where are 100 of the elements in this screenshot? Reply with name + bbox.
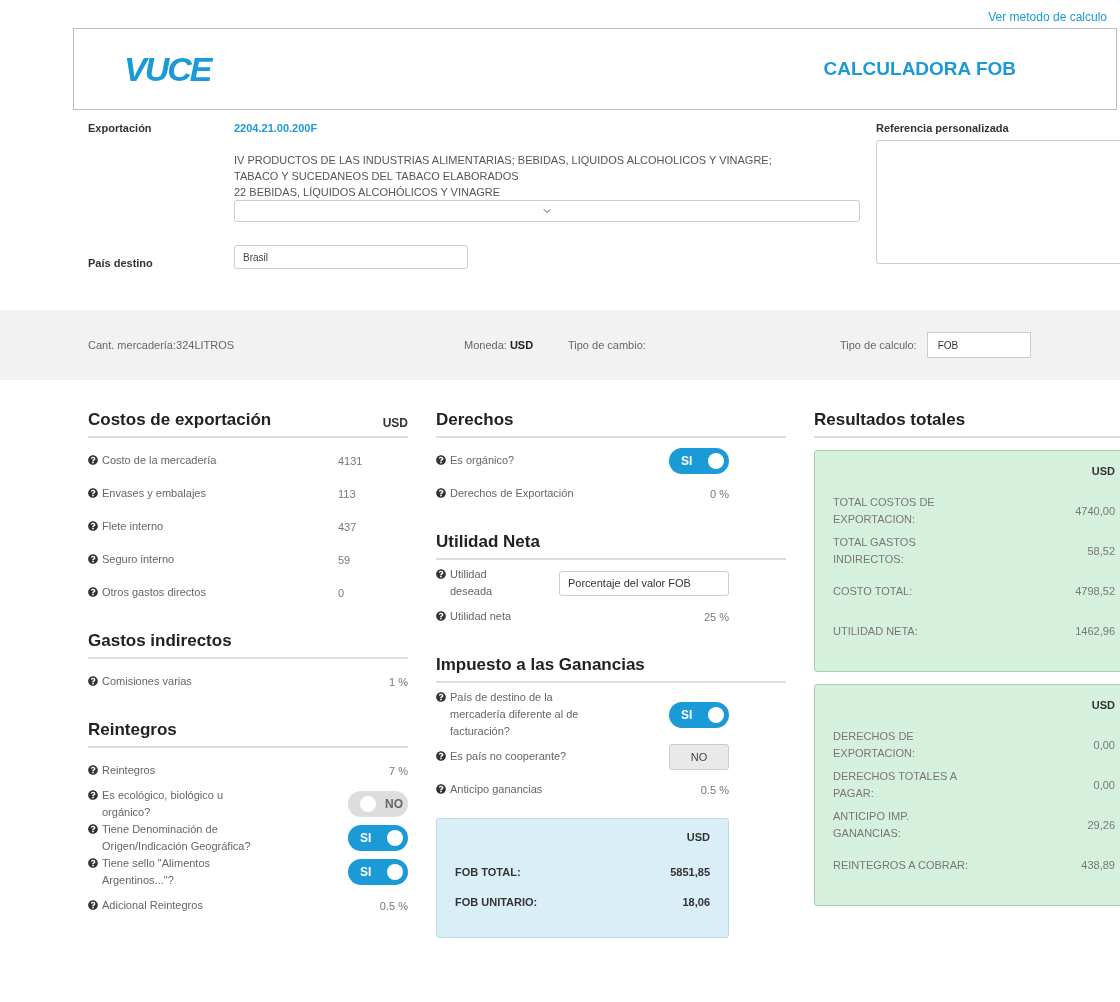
percent-value: 7 % (389, 764, 408, 777)
field-label: Adicional Reintegros (88, 897, 308, 914)
section-title: Reintegros (88, 720, 177, 740)
toggle-button[interactable]: NO (669, 743, 729, 770)
help-icon[interactable] (88, 824, 98, 834)
help-icon[interactable] (436, 455, 446, 465)
percent-value: 0 % (710, 487, 729, 500)
exchange-rate-label: Tipo de cambio: (568, 339, 647, 351)
field-label: Costo de la mercadería (88, 452, 308, 469)
result-value: 4798,52 (1075, 583, 1115, 599)
section-title: Impuesto a las Ganancias (436, 655, 645, 675)
total-value: 5851,85 (670, 864, 710, 880)
result-label: REINTEGROS A COBRAR: (833, 857, 969, 873)
result-value: 29,26 (1087, 817, 1115, 833)
toggle-switch[interactable]: SI (669, 447, 729, 474)
help-icon[interactable] (88, 858, 98, 868)
total-label: FOB UNITARIO: (455, 894, 538, 910)
field-label: Tiene Denominación de Origen/Indicación Geográfica? (88, 821, 263, 855)
field-label: Derechos de Exportación (436, 485, 656, 502)
field-label: Exportación (88, 122, 153, 136)
percent-value: 0.5 % (379, 899, 408, 912)
result-label: TOTAL GASTOS INDIRECTOS: (833, 535, 917, 567)
amount-value: 0 (338, 586, 346, 599)
help-icon[interactable] (436, 751, 446, 761)
toggle-switch[interactable]: SI (348, 825, 408, 851)
percent-value: 0.5 % (700, 783, 729, 796)
result-value: 4740,00 (1075, 503, 1115, 519)
field-label: Es país no cooperante? (436, 748, 656, 765)
field-label: Seguro interno (88, 551, 308, 568)
section-title: Utilidad Neta (436, 532, 540, 552)
select-field[interactable]: Porcentaje del valor FOB (559, 570, 729, 596)
section-title: Derechos (436, 410, 514, 430)
section-title: Costos de exportación (88, 410, 272, 430)
calculation-method-link[interactable]: Ver metodo de calculo (988, 10, 1107, 24)
product-description: IV PRODUCTOS DE LAS INDUSTRIAS ALIMENTARIAS; BEBIDAS, LIQUIDOS ALCOHOLICOS Y VINAGRE; TABACO Y SUCEDANEOS DEL TABACO ELABORADOS 22 BEBIDAS, LÍQUIDOS ALCOHÓLICOS Y VINAGRE (234, 153, 773, 200)
help-icon[interactable] (436, 784, 446, 794)
page-title: CALCULADORA FOB (823, 58, 1016, 80)
help-icon[interactable] (436, 611, 446, 621)
help-icon[interactable] (436, 569, 446, 579)
field-label: Otros gastos directos (88, 584, 308, 601)
result-label: ANTICIPO IMP. GANANCIAS: (833, 809, 911, 841)
toggle-switch[interactable]: NO (348, 791, 408, 817)
result-value: 438,89 (1081, 857, 1115, 873)
help-icon[interactable] (88, 765, 98, 775)
section-title: Resultados totales (814, 410, 966, 430)
field-label: Anticipo ganancias (436, 781, 656, 798)
amount-value: 59 (338, 553, 352, 566)
section-title: Gastos indirectos (88, 631, 232, 651)
result-value: 1462,96 (1075, 623, 1115, 639)
help-icon[interactable] (88, 900, 98, 910)
total-label: FOB TOTAL: (455, 864, 521, 880)
help-icon[interactable] (88, 587, 98, 597)
currency-label: USD (686, 831, 710, 843)
help-icon[interactable] (88, 455, 98, 465)
country-field[interactable]: Brasil (234, 245, 468, 269)
help-icon[interactable] (88, 554, 98, 564)
result-value: 58,52 (1087, 543, 1115, 559)
toggle-switch[interactable]: SI (669, 701, 729, 728)
field-label: Utilidad deseada (436, 566, 531, 600)
calc-type-label: Tipo de calculo: (840, 339, 917, 351)
field-label: Tiene sello "Alimentos Argentinos..."? (88, 855, 263, 889)
help-icon[interactable] (88, 521, 98, 531)
amount-value: 113 (338, 487, 357, 500)
field-label: País de destino de la mercadería diferente al de facturación? (436, 689, 601, 740)
field-label: Envases y embalajes (88, 485, 308, 502)
field-label: País destino (88, 257, 154, 271)
dropdown-field[interactable] (234, 200, 860, 222)
result-label: TOTAL COSTOS DE EXPORTACION: (833, 495, 936, 527)
result-value: 0,00 (1093, 737, 1115, 753)
quantity-text: Cant. mercadería:324LITROS (88, 339, 236, 351)
help-icon[interactable] (88, 676, 98, 686)
help-icon[interactable] (88, 488, 98, 498)
total-value: 18,06 (682, 894, 710, 910)
field-label: Es ecológico, biológico u orgánico? (88, 787, 263, 821)
result-label: COSTO TOTAL: (833, 583, 913, 599)
currency-label: USD (1091, 465, 1115, 477)
help-icon[interactable] (436, 488, 446, 498)
toggle-switch[interactable]: SI (348, 859, 408, 885)
currency-label: USD (1091, 699, 1115, 711)
field-label: Reintegros (88, 762, 308, 779)
tariff-code: 2204.21.00.200F (234, 122, 319, 136)
result-value: 0,00 (1093, 777, 1115, 793)
amount-value: 437 (338, 520, 358, 533)
help-icon[interactable] (436, 692, 446, 702)
amount-value: 4131 (338, 454, 364, 467)
percent-value: 25 % (703, 610, 729, 623)
result-label: DERECHOS TOTALES A PAGAR: (833, 769, 958, 801)
reference-field[interactable] (876, 140, 1120, 264)
currency-label: USD (382, 416, 408, 430)
result-label: DERECHOS DE EXPORTACION: (833, 729, 917, 761)
currency-text: Moneda: USD (464, 339, 535, 351)
percent-value: 1 % (389, 675, 408, 688)
field-label: Utilidad neta (436, 608, 656, 625)
logo: VUCE (124, 49, 211, 89)
field-label: Comisiones varias (88, 673, 308, 690)
calc-type-field[interactable]: FOB (926, 332, 1031, 358)
result-label: UTILIDAD NETA: (833, 623, 918, 639)
help-icon[interactable] (88, 790, 98, 800)
field-label: Flete interno (88, 518, 308, 535)
field-label: Referencia personalizada (876, 122, 1010, 136)
